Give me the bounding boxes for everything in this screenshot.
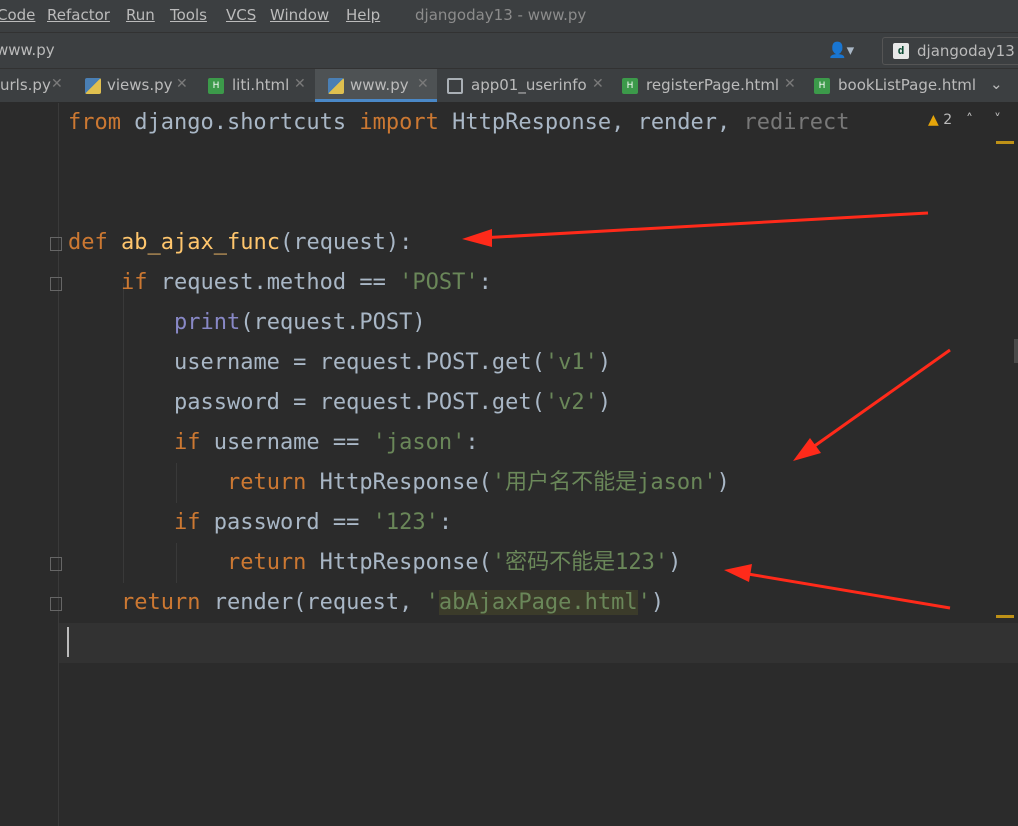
red-arrow-3 bbox=[724, 564, 951, 610]
red-arrow-2 bbox=[793, 348, 951, 461]
red-arrow-1 bbox=[462, 211, 929, 247]
annotation-arrows bbox=[462, 211, 951, 610]
